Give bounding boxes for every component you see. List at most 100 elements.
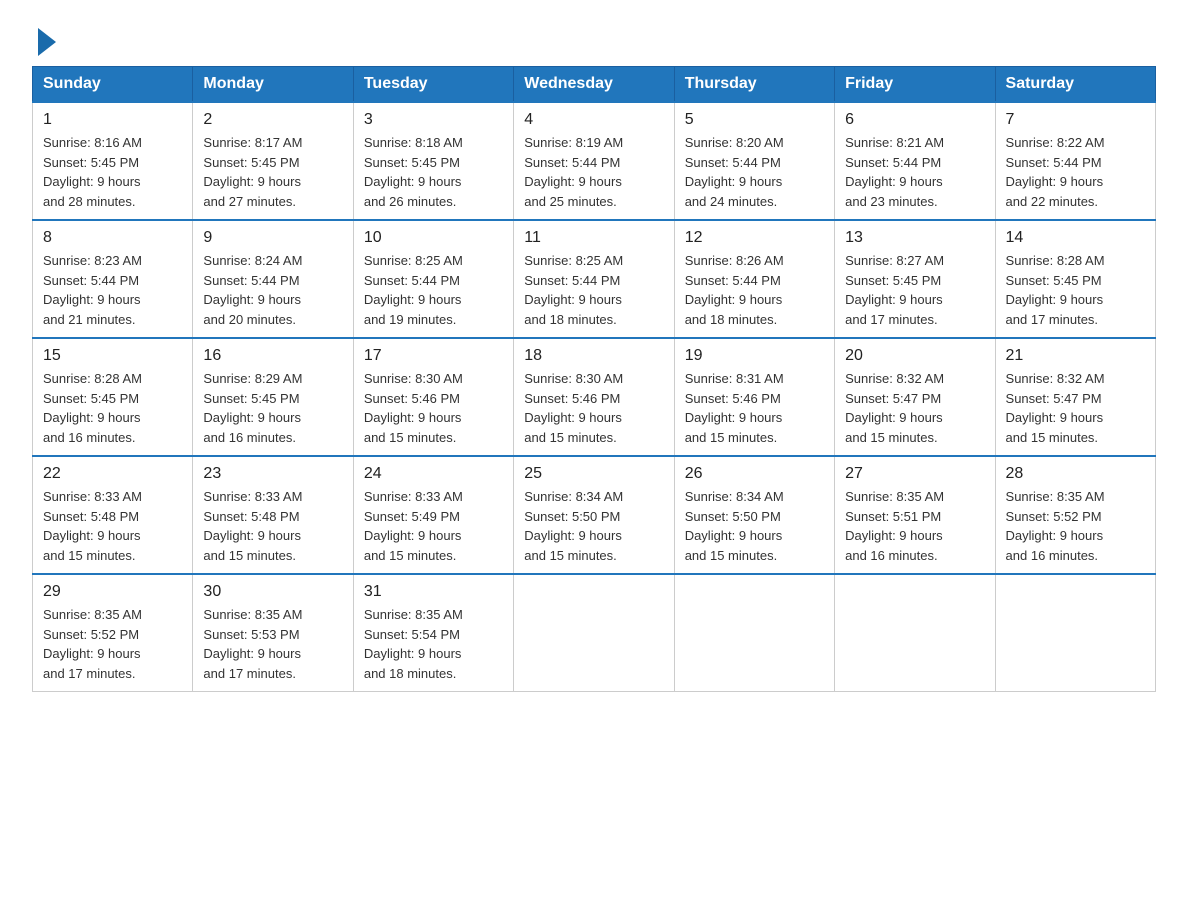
day-info: Sunrise: 8:21 AMSunset: 5:44 PMDaylight:… bbox=[845, 133, 984, 211]
day-info: Sunrise: 8:18 AMSunset: 5:45 PMDaylight:… bbox=[364, 133, 503, 211]
weekday-header-monday: Monday bbox=[193, 67, 353, 103]
day-info: Sunrise: 8:16 AMSunset: 5:45 PMDaylight:… bbox=[43, 133, 182, 211]
calendar-cell: 21Sunrise: 8:32 AMSunset: 5:47 PMDayligh… bbox=[995, 338, 1155, 456]
day-number: 10 bbox=[364, 229, 503, 247]
day-number: 19 bbox=[685, 347, 824, 365]
day-info: Sunrise: 8:32 AMSunset: 5:47 PMDaylight:… bbox=[845, 369, 984, 447]
day-number: 14 bbox=[1006, 229, 1145, 247]
calendar-cell: 2 Sunrise: 8:17 AMSunset: 5:45 PMDaylight… bbox=[193, 102, 353, 220]
day-info: Sunrise: 8:19 AMSunset: 5:44 PMDaylight:… bbox=[524, 133, 663, 211]
day-info: Sunrise: 8:17 AMSunset: 5:45 PMDaylight:… bbox=[203, 133, 342, 211]
day-number: 30 bbox=[203, 583, 342, 601]
day-number: 22 bbox=[43, 465, 182, 483]
day-number: 9 bbox=[203, 229, 342, 247]
calendar-cell: 18 Sunrise: 8:30 AMSunset: 5:46 PMDayligh… bbox=[514, 338, 674, 456]
calendar-cell: 31 Sunrise: 8:35 AMSunset: 5:54 PMDayligh… bbox=[353, 574, 513, 692]
calendar-cell bbox=[995, 574, 1155, 692]
calendar-table: SundayMondayTuesdayWednesdayThursdayFrid… bbox=[32, 66, 1156, 692]
day-number: 17 bbox=[364, 347, 503, 365]
day-info: Sunrise: 8:30 AMSunset: 5:46 PMDaylight:… bbox=[364, 369, 503, 447]
weekday-header-row: SundayMondayTuesdayWednesdayThursdayFrid… bbox=[33, 67, 1156, 103]
day-number: 2 bbox=[203, 111, 342, 129]
day-info: Sunrise: 8:34 AMSunset: 5:50 PMDaylight:… bbox=[524, 487, 663, 565]
day-info: Sunrise: 8:35 AMSunset: 5:51 PMDaylight:… bbox=[845, 487, 984, 565]
day-number: 26 bbox=[685, 465, 824, 483]
calendar-cell: 23 Sunrise: 8:33 AMSunset: 5:48 PMDayligh… bbox=[193, 456, 353, 574]
calendar-cell: 5 Sunrise: 8:20 AMSunset: 5:44 PMDaylight… bbox=[674, 102, 834, 220]
day-info: Sunrise: 8:32 AMSunset: 5:47 PMDaylight:… bbox=[1006, 369, 1145, 447]
weekday-header-thursday: Thursday bbox=[674, 67, 834, 103]
calendar-cell bbox=[674, 574, 834, 692]
day-number: 8 bbox=[43, 229, 182, 247]
day-number: 25 bbox=[524, 465, 663, 483]
week-row-2: 8 Sunrise: 8:23 AMSunset: 5:44 PMDaylight… bbox=[33, 220, 1156, 338]
weekday-header-friday: Friday bbox=[835, 67, 995, 103]
day-info: Sunrise: 8:29 AMSunset: 5:45 PMDaylight:… bbox=[203, 369, 342, 447]
day-info: Sunrise: 8:26 AMSunset: 5:44 PMDaylight:… bbox=[685, 251, 824, 329]
weekday-header-saturday: Saturday bbox=[995, 67, 1155, 103]
calendar-cell: 19Sunrise: 8:31 AMSunset: 5:46 PMDayligh… bbox=[674, 338, 834, 456]
calendar-cell: 30 Sunrise: 8:35 AMSunset: 5:53 PMDayligh… bbox=[193, 574, 353, 692]
day-info: Sunrise: 8:35 AMSunset: 5:53 PMDaylight:… bbox=[203, 605, 342, 683]
day-info: Sunrise: 8:27 AMSunset: 5:45 PMDaylight:… bbox=[845, 251, 984, 329]
calendar-cell: 7 Sunrise: 8:22 AMSunset: 5:44 PMDaylight… bbox=[995, 102, 1155, 220]
day-number: 23 bbox=[203, 465, 342, 483]
calendar-cell: 26 Sunrise: 8:34 AMSunset: 5:50 PMDayligh… bbox=[674, 456, 834, 574]
day-info: Sunrise: 8:35 AMSunset: 5:52 PMDaylight:… bbox=[1006, 487, 1145, 565]
calendar-cell: 14 Sunrise: 8:28 AMSunset: 5:45 PMDayligh… bbox=[995, 220, 1155, 338]
day-info: Sunrise: 8:30 AMSunset: 5:46 PMDaylight:… bbox=[524, 369, 663, 447]
day-info: Sunrise: 8:25 AMSunset: 5:44 PMDaylight:… bbox=[364, 251, 503, 329]
calendar-cell bbox=[835, 574, 995, 692]
calendar-cell bbox=[514, 574, 674, 692]
day-number: 4 bbox=[524, 111, 663, 129]
calendar-cell: 25 Sunrise: 8:34 AMSunset: 5:50 PMDayligh… bbox=[514, 456, 674, 574]
day-number: 12 bbox=[685, 229, 824, 247]
weekday-header-wednesday: Wednesday bbox=[514, 67, 674, 103]
calendar-cell: 16 Sunrise: 8:29 AMSunset: 5:45 PMDayligh… bbox=[193, 338, 353, 456]
calendar-cell: 12 Sunrise: 8:26 AMSunset: 5:44 PMDayligh… bbox=[674, 220, 834, 338]
day-number: 6 bbox=[845, 111, 984, 129]
day-info: Sunrise: 8:35 AMSunset: 5:52 PMDaylight:… bbox=[43, 605, 182, 683]
week-row-1: 1Sunrise: 8:16 AMSunset: 5:45 PMDaylight… bbox=[33, 102, 1156, 220]
day-number: 5 bbox=[685, 111, 824, 129]
weekday-header-sunday: Sunday bbox=[33, 67, 193, 103]
calendar-cell: 27 Sunrise: 8:35 AMSunset: 5:51 PMDayligh… bbox=[835, 456, 995, 574]
day-number: 29 bbox=[43, 583, 182, 601]
calendar-cell: 6 Sunrise: 8:21 AMSunset: 5:44 PMDaylight… bbox=[835, 102, 995, 220]
day-number: 27 bbox=[845, 465, 984, 483]
day-info: Sunrise: 8:20 AMSunset: 5:44 PMDaylight:… bbox=[685, 133, 824, 211]
week-row-5: 29 Sunrise: 8:35 AMSunset: 5:52 PMDayligh… bbox=[33, 574, 1156, 692]
day-number: 20 bbox=[845, 347, 984, 365]
week-row-3: 15Sunrise: 8:28 AMSunset: 5:45 PMDayligh… bbox=[33, 338, 1156, 456]
weekday-header-tuesday: Tuesday bbox=[353, 67, 513, 103]
calendar-cell: 24 Sunrise: 8:33 AMSunset: 5:49 PMDayligh… bbox=[353, 456, 513, 574]
calendar-cell: 17 Sunrise: 8:30 AMSunset: 5:46 PMDayligh… bbox=[353, 338, 513, 456]
day-info: Sunrise: 8:23 AMSunset: 5:44 PMDaylight:… bbox=[43, 251, 182, 329]
day-number: 16 bbox=[203, 347, 342, 365]
calendar-cell: 1Sunrise: 8:16 AMSunset: 5:45 PMDaylight… bbox=[33, 102, 193, 220]
day-number: 7 bbox=[1006, 111, 1145, 129]
day-info: Sunrise: 8:35 AMSunset: 5:54 PMDaylight:… bbox=[364, 605, 503, 683]
day-number: 13 bbox=[845, 229, 984, 247]
calendar-cell: 10 Sunrise: 8:25 AMSunset: 5:44 PMDayligh… bbox=[353, 220, 513, 338]
day-info: Sunrise: 8:34 AMSunset: 5:50 PMDaylight:… bbox=[685, 487, 824, 565]
day-info: Sunrise: 8:22 AMSunset: 5:44 PMDaylight:… bbox=[1006, 133, 1145, 211]
calendar-cell: 13 Sunrise: 8:27 AMSunset: 5:45 PMDayligh… bbox=[835, 220, 995, 338]
calendar-cell: 15Sunrise: 8:28 AMSunset: 5:45 PMDayligh… bbox=[33, 338, 193, 456]
calendar-cell: 9 Sunrise: 8:24 AMSunset: 5:44 PMDaylight… bbox=[193, 220, 353, 338]
day-number: 3 bbox=[364, 111, 503, 129]
day-info: Sunrise: 8:33 AMSunset: 5:49 PMDaylight:… bbox=[364, 487, 503, 565]
day-info: Sunrise: 8:33 AMSunset: 5:48 PMDaylight:… bbox=[203, 487, 342, 565]
day-info: Sunrise: 8:24 AMSunset: 5:44 PMDaylight:… bbox=[203, 251, 342, 329]
day-number: 31 bbox=[364, 583, 503, 601]
calendar-cell: 4 Sunrise: 8:19 AMSunset: 5:44 PMDaylight… bbox=[514, 102, 674, 220]
day-info: Sunrise: 8:25 AMSunset: 5:44 PMDaylight:… bbox=[524, 251, 663, 329]
week-row-4: 22 Sunrise: 8:33 AMSunset: 5:48 PMDayligh… bbox=[33, 456, 1156, 574]
day-number: 18 bbox=[524, 347, 663, 365]
calendar-cell: 28 Sunrise: 8:35 AMSunset: 5:52 PMDayligh… bbox=[995, 456, 1155, 574]
day-number: 24 bbox=[364, 465, 503, 483]
calendar-cell: 3 Sunrise: 8:18 AMSunset: 5:45 PMDaylight… bbox=[353, 102, 513, 220]
calendar-cell: 8 Sunrise: 8:23 AMSunset: 5:44 PMDaylight… bbox=[33, 220, 193, 338]
day-number: 28 bbox=[1006, 465, 1145, 483]
day-info: Sunrise: 8:28 AMSunset: 5:45 PMDaylight:… bbox=[1006, 251, 1145, 329]
